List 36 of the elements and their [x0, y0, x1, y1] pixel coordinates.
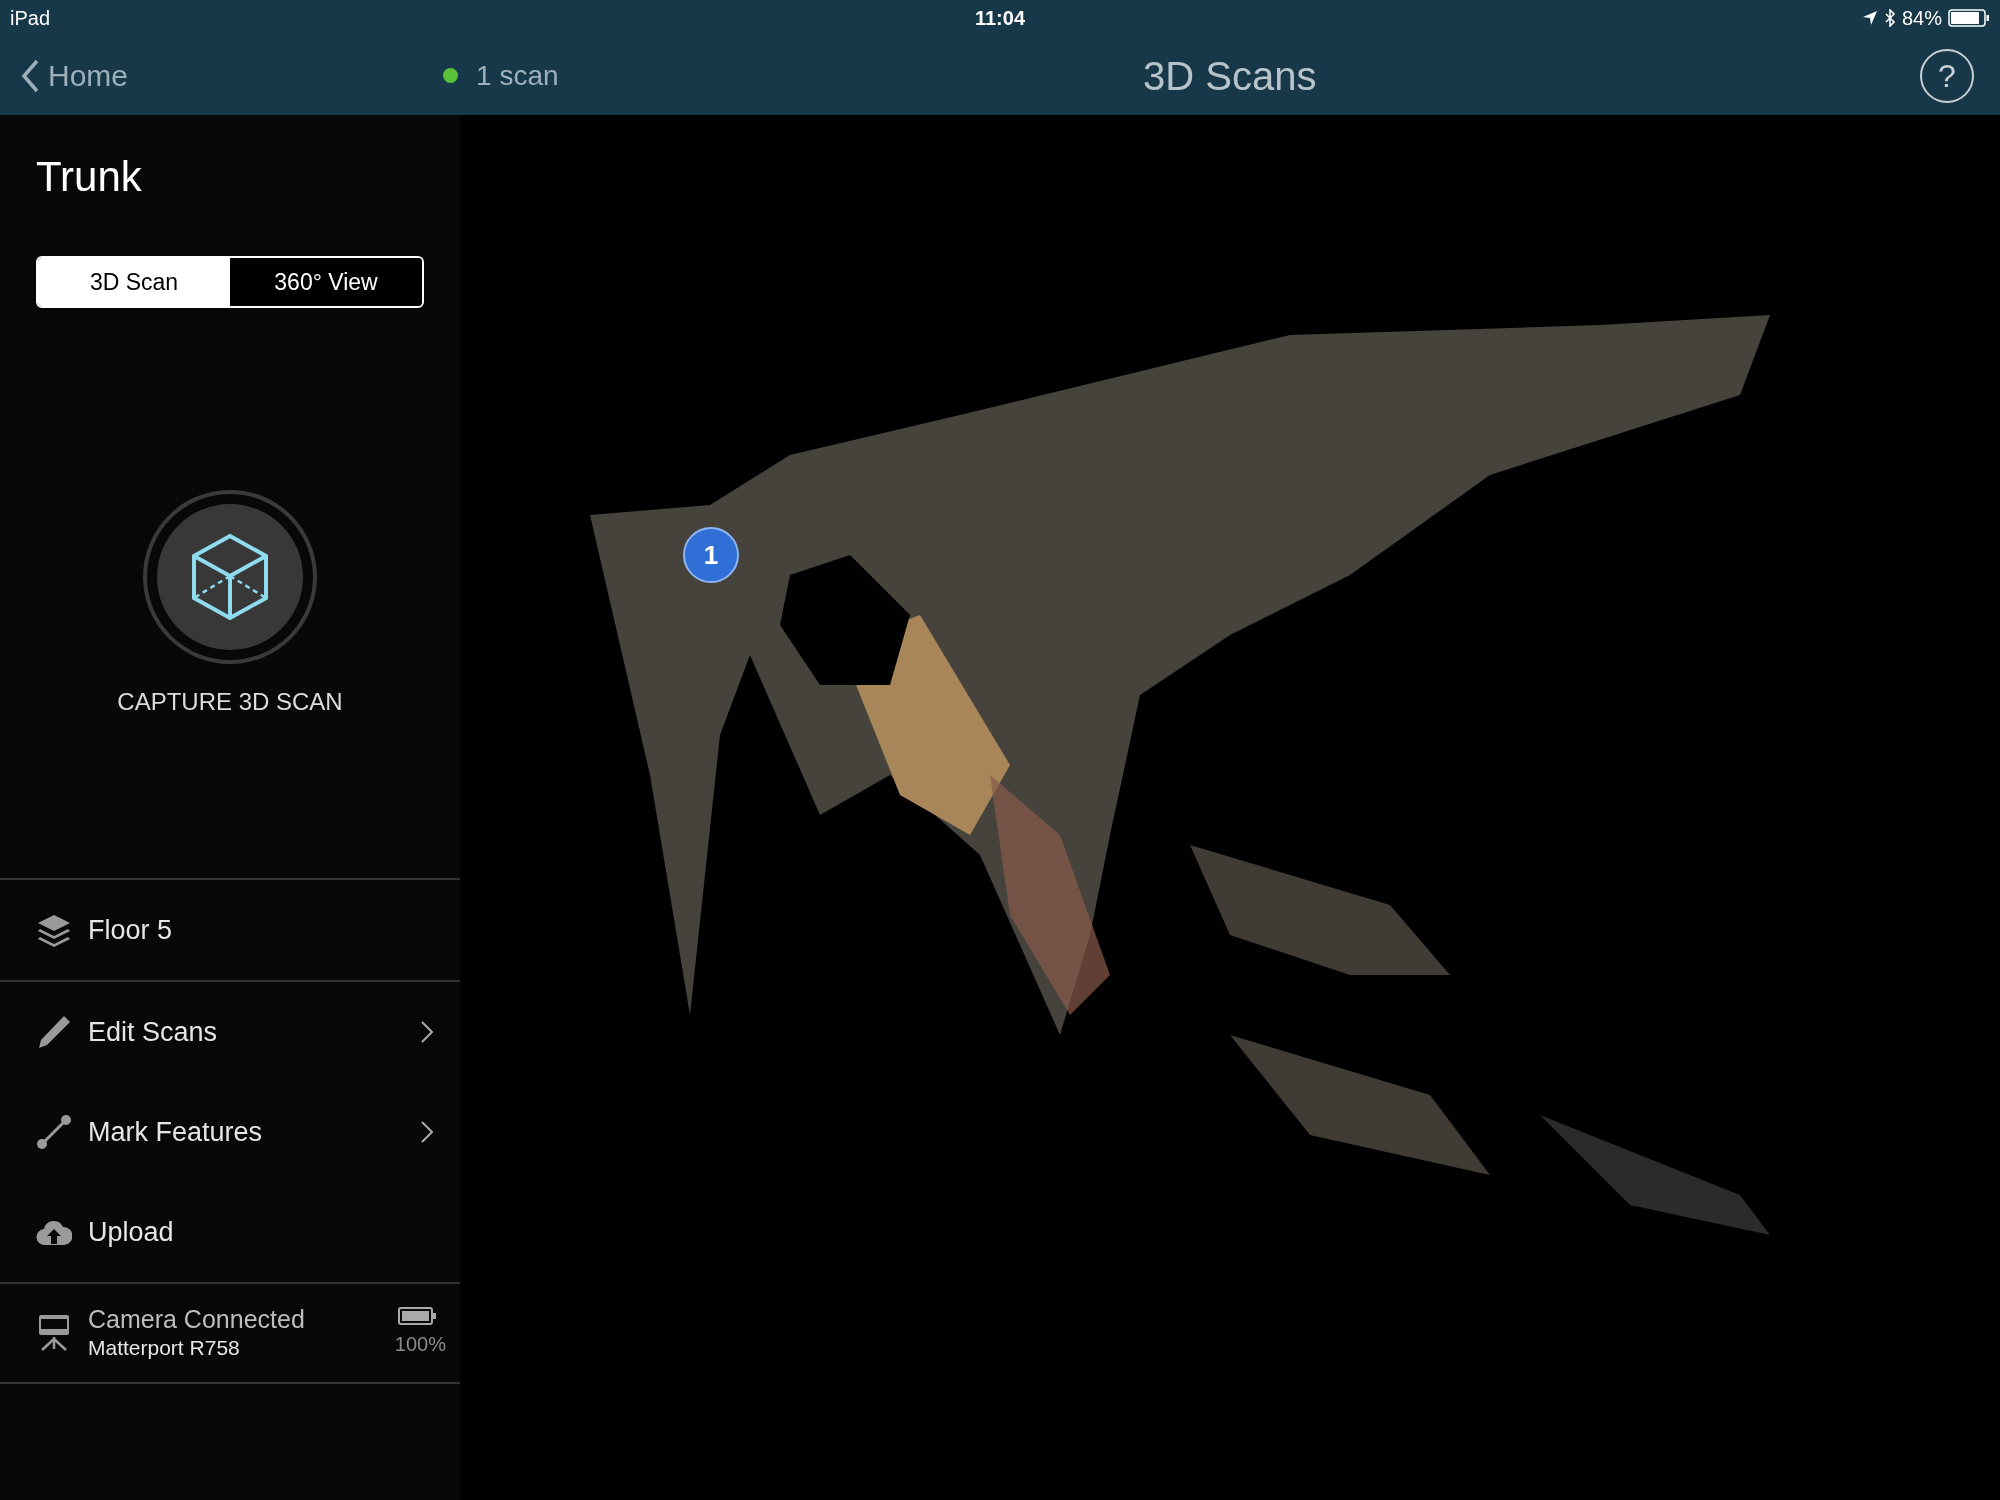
cube-icon — [190, 532, 270, 622]
battery-percent: 84% — [1901, 6, 1942, 31]
camera-tripod-icon — [36, 1313, 72, 1353]
device-name: iPad — [10, 6, 52, 31]
back-button[interactable]: Home — [20, 53, 129, 98]
scan-count: 1 scan — [476, 58, 559, 93]
menu-label: Edit Scans — [88, 1015, 218, 1049]
chevron-right-icon — [420, 1020, 434, 1044]
camera-battery: 100% — [394, 1332, 446, 1357]
bluetooth-icon — [1883, 9, 1896, 27]
line-segment-icon — [36, 1114, 72, 1150]
scan-marker[interactable]: 1 — [683, 527, 739, 583]
pencil-icon — [36, 1014, 72, 1050]
menu-label: Floor 5 — [88, 913, 173, 947]
sidebar-title: Trunk — [35, 152, 143, 202]
battery-icon — [398, 1307, 436, 1325]
camera-model: Matterport R758 — [88, 1335, 241, 1361]
chevron-right-icon — [420, 1120, 434, 1144]
menu-label: Mark Features — [88, 1115, 263, 1149]
camera-status: Camera Connected — [88, 1304, 305, 1334]
view-tab[interactable]: 3D Scan — [38, 258, 230, 306]
page-title: 3D Scans — [1143, 52, 1317, 100]
menu-item[interactable]: Edit Scans — [0, 982, 460, 1082]
chevron-left-icon — [20, 57, 40, 94]
menu-item[interactable]: Floor 5 — [0, 880, 460, 980]
menu-label: Upload — [88, 1215, 174, 1249]
location-arrow-icon — [1861, 10, 1878, 26]
clock: 11:04 — [974, 6, 1026, 31]
capture-button[interactable] — [143, 490, 317, 664]
view-tab[interactable]: 360° View — [230, 258, 422, 306]
battery-icon — [1948, 8, 1990, 28]
layers-icon — [36, 912, 72, 948]
menu-item[interactable]: Mark Features — [0, 1082, 460, 1182]
capture-label: CAPTURE 3D SCAN — [117, 687, 343, 717]
help-button[interactable]: ? — [1920, 48, 1974, 103]
menu-item[interactable]: Upload — [0, 1182, 460, 1282]
